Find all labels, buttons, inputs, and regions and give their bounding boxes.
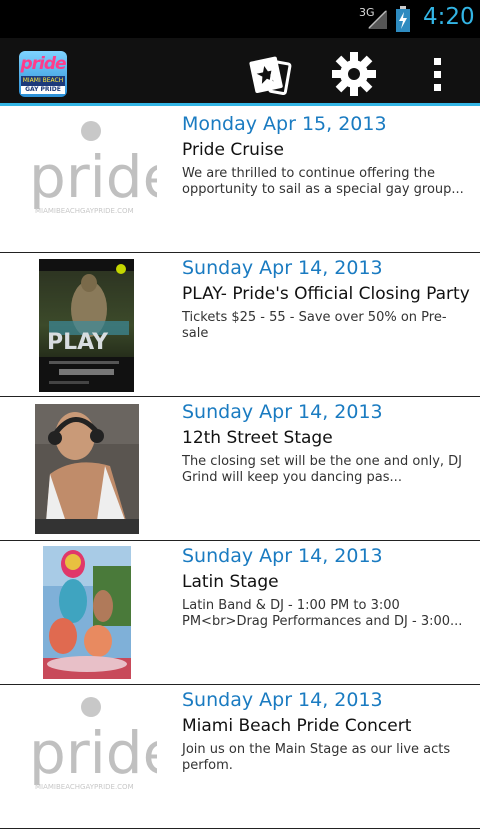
list-item[interactable]: PLAY Sunday Apr 14, 2013 PLAY- Pride's O… (0, 253, 480, 397)
signal-icon (368, 10, 387, 29)
list-item[interactable]: pride MIAMIBEACHGAYPRIDE.COM Monday Apr … (0, 109, 480, 253)
list-item[interactable]: Sunday Apr 14, 2013 12th Street Stage Th… (0, 397, 480, 541)
event-thumbnail (18, 397, 164, 540)
event-description: The closing set will be the one and only… (182, 454, 463, 485)
event-thumbnail: PLAY (18, 253, 164, 396)
pride-logo: pride MIAMIBEACHGAYPRIDE.COM (29, 121, 157, 215)
event-title: 12th Street Stage (182, 428, 333, 448)
event-date: Sunday Apr 14, 2013 (182, 689, 383, 711)
play-poster: PLAY (39, 259, 134, 392)
event-date: Sunday Apr 14, 2013 (182, 401, 383, 423)
app-logo-city: MIAMI BEACH (21, 76, 65, 86)
action-bar-divider (0, 103, 480, 106)
pride-logo: pride MIAMIBEACHGAYPRIDE.COM (29, 697, 157, 791)
event-thumbnail: pride MIAMIBEACHGAYPRIDE.COM (18, 685, 164, 828)
app-logo-subtitle: GAY PRIDE (21, 86, 65, 94)
event-title: PLAY- Pride's Official Closing Party (182, 284, 470, 304)
event-description: We are thrilled to continue offering the… (182, 166, 464, 197)
list-item[interactable]: pride MIAMIBEACHGAYPRIDE.COM Sunday Apr … (0, 685, 480, 829)
event-title: Pride Cruise (182, 140, 284, 160)
app-logo[interactable]: pride MIAMI BEACH GAY PRIDE (19, 51, 67, 97)
action-bar: pride MIAMI BEACH GAY PRIDE (0, 38, 480, 106)
status-bar: 3G 4:20 (0, 0, 480, 38)
event-list: pride MIAMIBEACHGAYPRIDE.COM Monday Apr … (0, 109, 480, 829)
battery-icon (396, 6, 410, 32)
event-description: Tickets $25 - 55 - Save over 50% on Pre-… (182, 310, 447, 341)
event-title: Latin Stage (182, 572, 279, 592)
gear-icon[interactable] (330, 52, 378, 96)
event-date: Monday Apr 15, 2013 (182, 113, 387, 135)
list-item[interactable]: Sunday Apr 14, 2013 Latin Stage Latin Ba… (0, 541, 480, 685)
overflow-menu-icon[interactable] (414, 52, 462, 96)
event-thumbnail (18, 541, 164, 684)
event-title: Miami Beach Pride Concert (182, 716, 412, 736)
dj-photo (35, 404, 139, 534)
pride-logo-url: MIAMIBEACHGAYPRIDE.COM (35, 207, 134, 215)
latin-photo (43, 546, 131, 679)
event-date: Sunday Apr 14, 2013 (182, 545, 383, 567)
app-logo-title: pride (20, 54, 66, 74)
ticket-icon[interactable] (246, 52, 294, 96)
clock: 4:20 (423, 4, 475, 30)
pride-logo-url: MIAMIBEACHGAYPRIDE.COM (35, 783, 134, 791)
poster-title: PLAY (47, 330, 109, 355)
event-description: Latin Band & DJ - 1:00 PM to 3:00 PM<br>… (182, 598, 463, 629)
pride-logo-text: pride (29, 143, 157, 211)
event-date: Sunday Apr 14, 2013 (182, 257, 383, 279)
event-description: Join us on the Main Stage as our live ac… (182, 742, 451, 773)
pride-logo-text: pride (29, 719, 157, 787)
event-thumbnail: pride MIAMIBEACHGAYPRIDE.COM (18, 109, 164, 252)
